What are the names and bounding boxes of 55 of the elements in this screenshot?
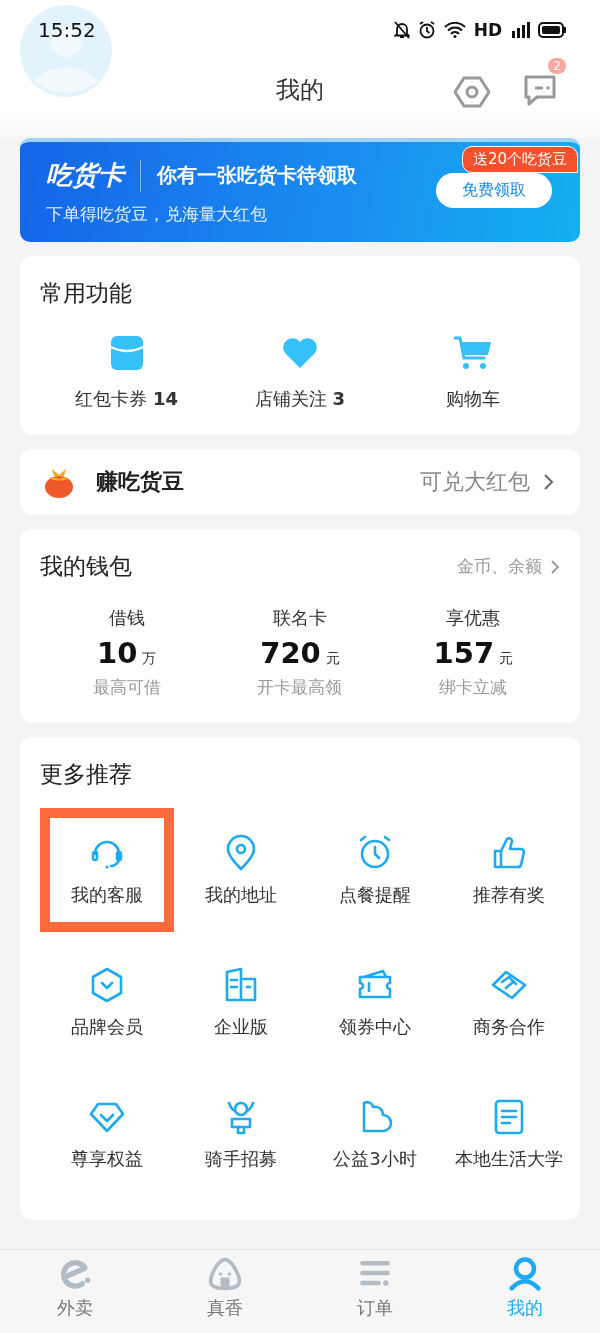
menu-item[interactable]: 我的客服 — [40, 808, 174, 932]
earn-beans-row[interactable]: 赚吃货豆 可兑大红包 — [20, 449, 580, 515]
shortcut-link[interactable]: 购物车 — [446, 387, 501, 411]
page-title: 我的 — [276, 75, 324, 106]
claim-button[interactable]: 免费领取 — [436, 173, 552, 208]
clock-time: 15:52 — [38, 18, 96, 42]
chevron-right-icon — [542, 473, 554, 491]
settings-icon[interactable] — [454, 74, 490, 110]
menu-item[interactable]: 领券中心 — [308, 940, 442, 1064]
nav-tab[interactable]: 真香 — [170, 1256, 280, 1333]
nav-tab[interactable]: 外卖 — [20, 1256, 130, 1333]
section-title: 更多推荐 — [40, 760, 133, 789]
count-badge: 2 — [548, 58, 566, 74]
row-link: 可兑大红包 — [420, 468, 530, 496]
wallet-label: 享优惠 — [446, 606, 501, 630]
muted-bell-icon — [393, 21, 410, 39]
section-title: 常用功能 — [40, 279, 133, 308]
signal-icon — [510, 21, 530, 39]
amount-unit: 元 — [325, 650, 340, 668]
chevron-right-icon — [550, 558, 560, 575]
wallet-label: 借钱 — [108, 606, 145, 630]
amount-unit: 元 — [499, 650, 514, 668]
menu-item[interactable]: 品牌会员 — [40, 940, 174, 1064]
person-icon — [507, 1256, 543, 1292]
battery-icon — [538, 22, 566, 38]
menu-item[interactable]: 本地生活大学 — [442, 1072, 576, 1196]
wallet-note: 最高可借 — [92, 676, 161, 699]
menu-item[interactable]: 企业版 — [174, 940, 308, 1064]
nav-tab[interactable]: 订单 — [320, 1256, 430, 1333]
menu-item[interactable]: 公益3小时 — [308, 1072, 442, 1196]
wallet-note: 开卡最高领 — [257, 676, 343, 699]
section-title: 我的钱包 — [40, 552, 132, 581]
menu-item[interactable]: 推荐有奖 — [442, 808, 576, 932]
menu-item[interactable]: 骑手招募 — [174, 1072, 308, 1196]
menu-item[interactable]: 商务合作 — [442, 940, 576, 1064]
wallet-amount: 157 — [433, 636, 495, 670]
avatar-icon[interactable] — [20, 5, 112, 97]
wallet-amount: 10 — [97, 636, 138, 670]
wifi-icon — [443, 22, 466, 38]
promo-subline: 下单得吃货豆，兑海量大红包 — [46, 203, 268, 226]
shortcut-link[interactable]: 店铺关注 3 — [254, 387, 346, 411]
wallet-label: 联名卡 — [273, 606, 327, 630]
amount-unit: 万 — [142, 650, 157, 668]
wallet-amount: 720 — [260, 636, 321, 670]
row-title: 赚吃货豆 — [96, 468, 185, 496]
network-label: HD — [473, 20, 502, 40]
menu-item[interactable]: 我的地址 — [174, 808, 308, 932]
menu-item[interactable]: 尊享权益 — [40, 1072, 174, 1196]
menu-item[interactable]: 点餐提醒 — [308, 808, 442, 932]
shortcut-link[interactable]: 红包卡券 14 — [75, 387, 179, 411]
promo-tag: 送20个吃货豆 — [461, 146, 578, 173]
alarm-icon — [417, 21, 436, 39]
promo-banner[interactable]: 吃货卡 你有一张吃货卡待领取 下单得吃货豆，兑海量大红包 送20个吃货豆 免费领取 — [20, 138, 580, 242]
promo-headline: 你有一张吃货卡待领取 — [157, 162, 357, 189]
wallet-note: 绑卡立减 — [439, 676, 508, 699]
